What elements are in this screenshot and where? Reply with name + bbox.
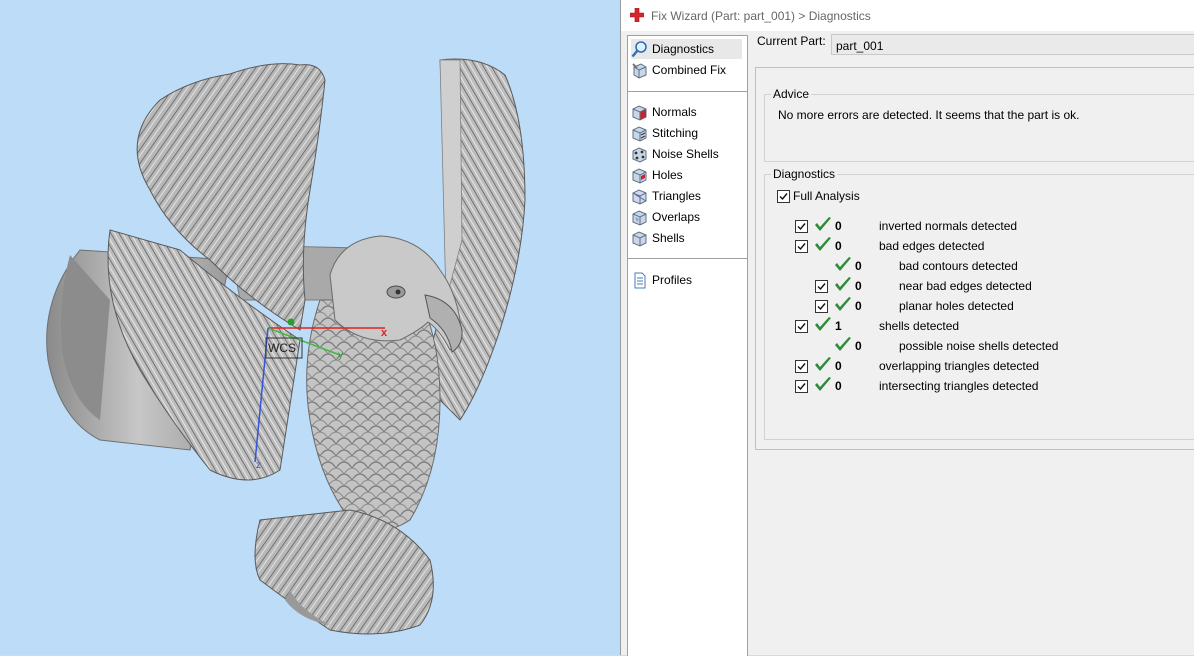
nav-item-noise-shells[interactable]: Noise Shells — [631, 144, 742, 164]
cube-wrench-icon — [632, 62, 647, 79]
diagnostics-panel: Advice No more errors are detected. It s… — [755, 67, 1194, 450]
diagnostic-count: 0 — [835, 359, 842, 373]
checkmark-icon — [797, 243, 806, 251]
nav-label: Diagnostics — [652, 42, 715, 56]
checkmark-icon — [797, 383, 806, 391]
triangle-icon — [632, 188, 647, 205]
diagnostic-label: planar holes detected — [899, 299, 1014, 313]
diagnostic-label: overlapping triangles detected — [879, 359, 1040, 373]
diagnostic-label: shells detected — [879, 319, 960, 333]
green-check-icon — [835, 297, 851, 311]
nav-label: Profiles — [652, 273, 693, 287]
3d-viewport[interactable]: x y z WCS — [0, 0, 620, 655]
diagnostic-checkbox[interactable] — [795, 320, 808, 333]
fix-wizard-dialog: Fix Wizard (Part: part_001) > Diagnostic… — [620, 0, 1194, 656]
full-analysis-checkbox[interactable] — [777, 190, 790, 203]
diagnostic-checkbox[interactable] — [815, 300, 828, 313]
nav-item-normals[interactable]: Normals — [631, 102, 742, 122]
diagnostic-count: 0 — [835, 379, 842, 393]
diagnostics-group: Diagnostics Full Analysis 0 inverted norm… — [764, 167, 1194, 440]
full-analysis-label: Full Analysis — [793, 189, 860, 203]
axis-z-label: z — [256, 460, 261, 471]
checkmark-icon — [817, 303, 826, 311]
diagnostic-count: 1 — [835, 319, 842, 333]
nav-label: Combined Fix — [652, 63, 727, 77]
green-check-icon — [815, 237, 831, 251]
diagnostic-checkbox[interactable] — [795, 220, 808, 233]
green-check-icon — [815, 357, 831, 371]
green-check-icon — [835, 277, 851, 291]
nav-item-profiles[interactable]: Profiles — [631, 270, 742, 290]
diagnostic-label: near bad edges detected — [899, 279, 1032, 293]
window-title: Fix Wizard (Part: part_001) > Diagnostic… — [651, 9, 871, 23]
checkmark-icon — [797, 223, 806, 231]
checkmark-icon — [779, 193, 788, 201]
red-cross-icon — [630, 8, 644, 22]
overlap-icon — [632, 209, 647, 226]
nav-label: Stitching — [652, 126, 699, 140]
axis-y-label: y — [338, 350, 343, 361]
cube-red-face-icon — [632, 104, 647, 121]
current-part-field[interactable]: part_001 — [831, 34, 1194, 55]
diagnostic-checkbox[interactable] — [795, 360, 808, 373]
diagnostic-checkbox[interactable] — [795, 240, 808, 253]
diagnostic-label: possible noise shells detected — [899, 339, 1059, 353]
nav-item-holes[interactable]: Holes — [631, 165, 742, 185]
nav-label: Noise Shells — [652, 147, 719, 161]
nav-label: Overlaps — [652, 210, 701, 224]
wizard-nav: Diagnostics Combined Fix Normals Stitchi… — [627, 35, 748, 656]
noise-shells-icon — [632, 146, 647, 163]
nav-label: Triangles — [652, 189, 701, 203]
cube-hole-icon — [632, 167, 647, 184]
green-check-icon — [815, 317, 831, 331]
diagnostic-label: bad edges detected — [879, 239, 985, 253]
advice-title: Advice — [771, 87, 812, 101]
nav-label: Shells — [652, 231, 685, 245]
nav-item-shells[interactable]: Shells — [631, 228, 742, 248]
diagnostic-count: 0 — [835, 239, 842, 253]
nav-divider — [628, 91, 747, 92]
green-check-icon — [815, 217, 831, 231]
green-check-icon — [835, 257, 851, 271]
advice-text: No more errors are detected. It seems th… — [778, 108, 1080, 122]
nav-label: Normals — [652, 105, 697, 119]
cube-stitch-icon — [632, 125, 647, 142]
diagnostics-title: Diagnostics — [771, 167, 838, 181]
diagnostic-count: 0 — [835, 219, 842, 233]
axis-x-label: x — [381, 327, 388, 339]
nav-label: Holes — [652, 168, 683, 182]
checkmark-icon — [797, 363, 806, 371]
diagnostic-checkbox[interactable] — [795, 380, 808, 393]
green-check-icon — [835, 337, 851, 351]
checkmark-icon — [797, 323, 806, 331]
nav-item-triangles[interactable]: Triangles — [631, 186, 742, 206]
wcs-label: WCS — [268, 341, 296, 355]
document-icon — [634, 272, 646, 288]
diagnostic-label: inverted normals detected — [879, 219, 1018, 233]
diagnostic-count: 0 — [855, 299, 862, 313]
magnifier-icon — [631, 40, 647, 57]
diagnostic-count: 0 — [855, 279, 862, 293]
diagnostic-count: 0 — [855, 259, 862, 273]
diagnostic-checkbox[interactable] — [815, 280, 828, 293]
shell-icon — [632, 230, 647, 247]
nav-item-overlaps[interactable]: Overlaps — [631, 207, 742, 227]
title-bar[interactable]: Fix Wizard (Part: part_001) > Diagnostic… — [621, 0, 1194, 31]
green-check-icon — [815, 377, 831, 391]
advice-group: Advice No more errors are detected. It s… — [764, 87, 1194, 162]
diagnostic-label: intersecting triangles detected — [879, 379, 1039, 393]
checkmark-icon — [817, 283, 826, 291]
nav-item-stitching[interactable]: Stitching — [631, 123, 742, 143]
current-part-label: Current Part: — [757, 34, 826, 48]
nav-item-diagnostics[interactable]: Diagnostics — [631, 39, 742, 59]
nav-divider — [628, 258, 747, 259]
diagnostic-count: 0 — [855, 339, 862, 353]
nav-item-combined-fix[interactable]: Combined Fix — [631, 60, 742, 80]
eagle-ring-model — [46, 58, 526, 635]
diagnostic-label: bad contours detected — [899, 259, 1018, 273]
